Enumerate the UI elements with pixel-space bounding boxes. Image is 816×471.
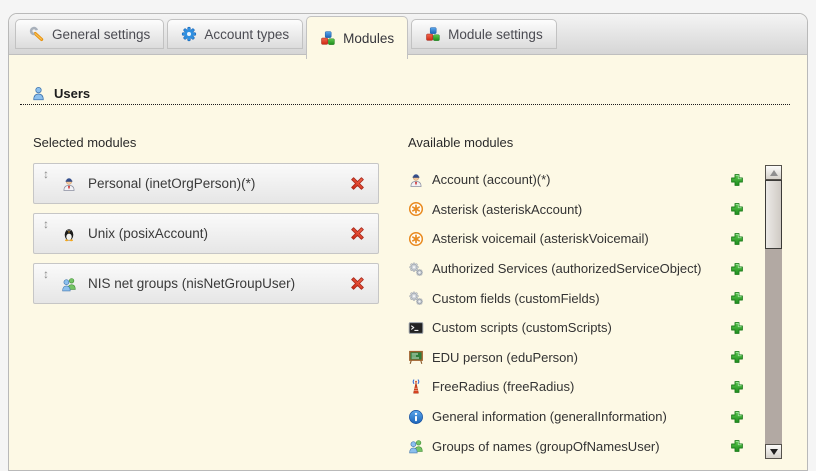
asterisk-icon bbox=[408, 201, 424, 217]
plus-icon bbox=[729, 379, 745, 395]
available-module-row: Asterisk voicemail (asteriskVoicemail) bbox=[408, 224, 745, 254]
asterisk-icon bbox=[408, 231, 424, 247]
group-icon bbox=[408, 438, 424, 454]
plus-icon bbox=[729, 409, 745, 425]
tab-general-settings[interactable]: General settings bbox=[15, 19, 164, 49]
plus-icon bbox=[729, 438, 745, 454]
tab-label: Account types bbox=[204, 27, 289, 42]
tab-bar: General settings Account types Modules M… bbox=[9, 14, 807, 55]
module-label: Asterisk (asteriskAccount) bbox=[432, 202, 582, 217]
arrow-up-icon bbox=[770, 170, 778, 176]
selected-module-row[interactable]: ↕ NIS net groups (nisNetGroupUser) bbox=[33, 263, 379, 304]
plus-icon bbox=[729, 231, 745, 247]
tab-modules[interactable]: Modules bbox=[306, 16, 408, 59]
user-icon bbox=[31, 86, 46, 101]
available-modules-heading: Available modules bbox=[408, 135, 513, 150]
available-module-row: FreeRadius (freeRadius) bbox=[408, 372, 745, 402]
module-label: FreeRadius (freeRadius) bbox=[432, 379, 574, 394]
available-modules-list: Account (account)(*) Asterisk (asteriskA… bbox=[408, 165, 745, 461]
selected-modules-heading: Selected modules bbox=[33, 135, 136, 150]
available-module-row: Authorized Services (authorizedServiceOb… bbox=[408, 254, 745, 284]
module-label: General information (generalInformation) bbox=[432, 409, 667, 424]
module-label: Personal (inetOrgPerson)(*) bbox=[88, 176, 255, 191]
plus-icon bbox=[729, 172, 745, 188]
available-module-row: Account (account)(*) bbox=[408, 165, 745, 195]
add-module-button[interactable] bbox=[729, 409, 745, 425]
section-title: Users bbox=[54, 86, 90, 101]
selected-modules-list: ↕ Personal (inetOrgPerson)(*) ↕ Unix (po… bbox=[33, 163, 379, 313]
plus-icon bbox=[729, 261, 745, 277]
available-module-row: Asterisk (asteriskAccount) bbox=[408, 195, 745, 225]
module-label: EDU person (eduPerson) bbox=[432, 350, 578, 365]
remove-module-button[interactable] bbox=[349, 225, 366, 242]
add-module-button[interactable] bbox=[729, 261, 745, 277]
person-icon bbox=[61, 176, 77, 192]
available-module-row: EDU person (eduPerson) bbox=[408, 343, 745, 373]
modules-icon bbox=[425, 26, 441, 42]
add-module-button[interactable] bbox=[729, 290, 745, 306]
available-module-row: Custom fields (customFields) bbox=[408, 283, 745, 313]
modules-icon bbox=[320, 30, 336, 46]
plus-icon bbox=[729, 290, 745, 306]
tab-label: General settings bbox=[52, 27, 150, 42]
radio-icon bbox=[408, 379, 424, 395]
remove-module-button[interactable] bbox=[349, 175, 366, 192]
add-module-button[interactable] bbox=[729, 172, 745, 188]
scrollbar-down-button[interactable] bbox=[765, 444, 782, 459]
tab-account-types[interactable]: Account types bbox=[167, 19, 303, 49]
plus-icon bbox=[729, 320, 745, 336]
chalkboard-icon bbox=[408, 349, 424, 365]
available-module-row: Groups of names (groupOfNamesUser) bbox=[408, 431, 745, 461]
remove-module-button[interactable] bbox=[349, 275, 366, 292]
terminal-icon bbox=[408, 320, 424, 336]
drag-handle-icon[interactable]: ↕ bbox=[43, 218, 55, 230]
gears-icon bbox=[408, 261, 424, 277]
wrench-icon bbox=[29, 26, 45, 42]
tab-label: Modules bbox=[343, 31, 394, 46]
users-section-header: Users bbox=[20, 82, 790, 105]
add-module-button[interactable] bbox=[729, 349, 745, 365]
add-module-button[interactable] bbox=[729, 320, 745, 336]
gears-icon bbox=[408, 290, 424, 306]
tab-label: Module settings bbox=[448, 27, 543, 42]
module-label: Custom scripts (customScripts) bbox=[432, 320, 612, 335]
delete-x-icon bbox=[349, 275, 366, 292]
module-label: Unix (posixAccount) bbox=[88, 226, 208, 241]
plus-icon bbox=[729, 349, 745, 365]
available-module-row: Custom scripts (customScripts) bbox=[408, 313, 745, 343]
person-icon bbox=[408, 172, 424, 188]
arrow-down-icon bbox=[770, 449, 778, 455]
scrollbar-track[interactable] bbox=[765, 165, 782, 459]
selected-module-row[interactable]: ↕ Unix (posixAccount) bbox=[33, 213, 379, 254]
tab-module-settings[interactable]: Module settings bbox=[411, 19, 557, 49]
scrollbar-thumb[interactable] bbox=[765, 180, 782, 249]
info-icon bbox=[408, 409, 424, 425]
add-module-button[interactable] bbox=[729, 201, 745, 217]
delete-x-icon bbox=[349, 225, 366, 242]
module-label: Account (account)(*) bbox=[432, 172, 551, 187]
module-label: Custom fields (customFields) bbox=[432, 291, 600, 306]
add-module-button[interactable] bbox=[729, 438, 745, 454]
module-label: Authorized Services (authorizedServiceOb… bbox=[432, 261, 702, 276]
tux-icon bbox=[61, 226, 77, 242]
available-module-row: General information (generalInformation) bbox=[408, 402, 745, 432]
module-label: Asterisk voicemail (asteriskVoicemail) bbox=[432, 231, 649, 246]
configuration-panel: General settings Account types Modules M… bbox=[8, 13, 808, 471]
selected-module-row[interactable]: ↕ Personal (inetOrgPerson)(*) bbox=[33, 163, 379, 204]
gear-icon bbox=[181, 26, 197, 42]
add-module-button[interactable] bbox=[729, 379, 745, 395]
scrollbar-up-button[interactable] bbox=[765, 165, 782, 180]
drag-handle-icon[interactable]: ↕ bbox=[43, 268, 55, 280]
delete-x-icon bbox=[349, 175, 366, 192]
group-icon bbox=[61, 276, 77, 292]
module-label: Groups of names (groupOfNamesUser) bbox=[432, 439, 660, 454]
module-label: NIS net groups (nisNetGroupUser) bbox=[88, 276, 295, 291]
plus-icon bbox=[729, 201, 745, 217]
add-module-button[interactable] bbox=[729, 231, 745, 247]
drag-handle-icon[interactable]: ↕ bbox=[43, 168, 55, 180]
